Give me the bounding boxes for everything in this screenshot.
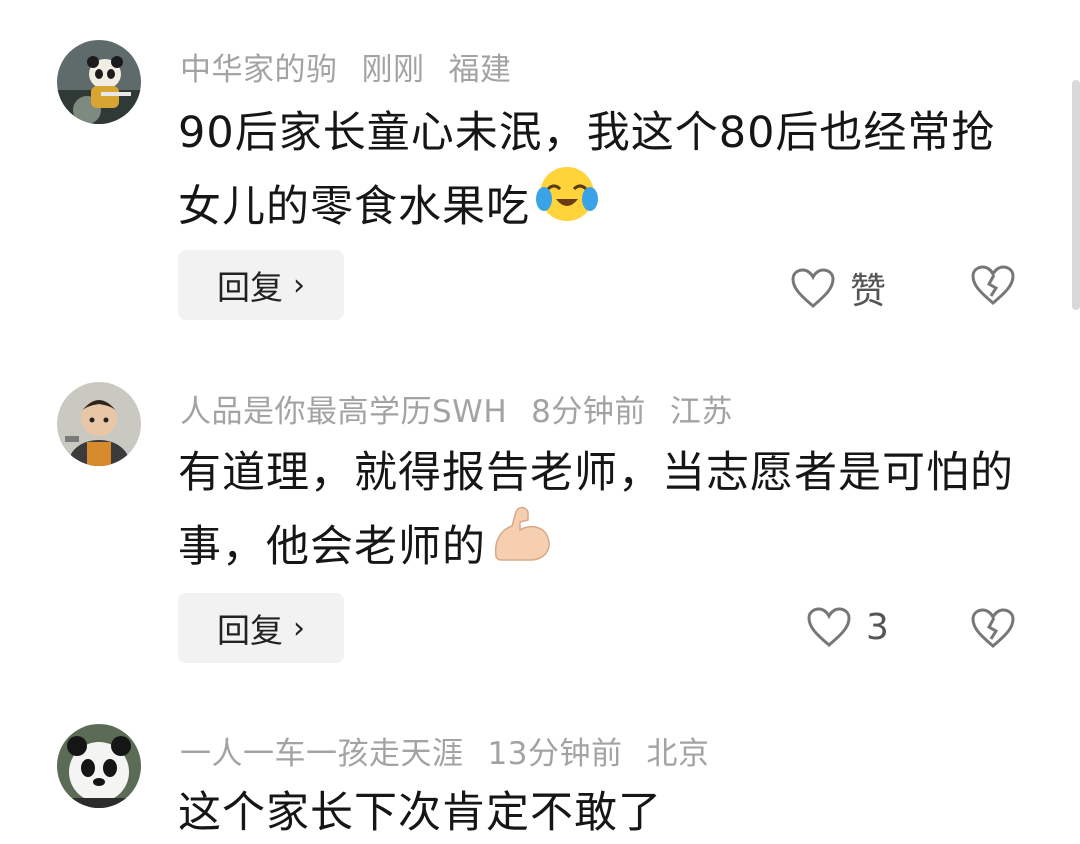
dislike-button[interactable]: [970, 264, 1016, 310]
broken-heart-icon: [971, 608, 1015, 648]
timestamp: 8分钟前: [531, 394, 646, 430]
comment-list: 中华家的驹 刚刚 福建 90后家长童心未泯，我这个80后也经常抢女儿的零食水果吃 回…: [0, 0, 1080, 844]
like-button[interactable]: 3: [806, 606, 889, 648]
heart-icon: [807, 607, 851, 647]
avatar[interactable]: [57, 724, 141, 808]
reply-button[interactable]: 回复 ›: [178, 593, 344, 663]
timestamp: 刚刚: [361, 52, 425, 88]
chevron-right-icon: ›: [293, 610, 305, 646]
location: 江苏: [669, 394, 733, 430]
username[interactable]: 人品是你最高学历SWH: [180, 394, 507, 430]
broken-heart-icon: [971, 265, 1015, 305]
avatar[interactable]: [57, 382, 141, 466]
chevron-right-icon: ›: [293, 267, 305, 303]
dislike-button[interactable]: [970, 607, 1016, 653]
reply-label: 回复: [217, 611, 283, 650]
flexed-biceps-emoji-icon: [490, 504, 554, 587]
scrollbar[interactable]: [1072, 80, 1080, 310]
comment-text: 90后家长童心未泯，我这个80后也经常抢女儿的零食水果吃: [178, 96, 1038, 246]
crying-laughing-emoji-icon: [534, 165, 600, 246]
location: 北京: [646, 736, 710, 772]
timestamp: 13分钟前: [487, 736, 623, 772]
heart-icon: [791, 268, 835, 308]
avatar[interactable]: [57, 40, 141, 124]
like-button[interactable]: 赞: [790, 262, 886, 314]
username[interactable]: 一人一车一孩走天涯: [180, 736, 464, 772]
reply-button[interactable]: 回复 ›: [178, 250, 344, 320]
comment-text-content: 这个家长下次肯定不敢了: [178, 788, 662, 838]
like-label: 赞: [850, 271, 887, 312]
comment-text-content: 有道理，就得报告老师，当志愿者是可怕的事，他会老师的: [178, 448, 1014, 572]
comment-meta: 人品是你最高学历SWH 8分钟前 江苏: [180, 386, 757, 431]
location: 福建: [448, 52, 512, 88]
reply-label: 回复: [217, 268, 283, 307]
comment-text: 有道理，就得报告老师，当志愿者是可怕的事，他会老师的: [178, 436, 1038, 587]
like-count: 3: [866, 606, 889, 648]
comment-meta: 中华家的驹 刚刚 福建: [180, 44, 536, 89]
comment-meta: 一人一车一孩走天涯 13分钟前 北京: [180, 728, 733, 773]
username[interactable]: 中华家的驹: [180, 52, 338, 88]
comment-text: 这个家长下次肯定不敢了: [178, 776, 1038, 844]
